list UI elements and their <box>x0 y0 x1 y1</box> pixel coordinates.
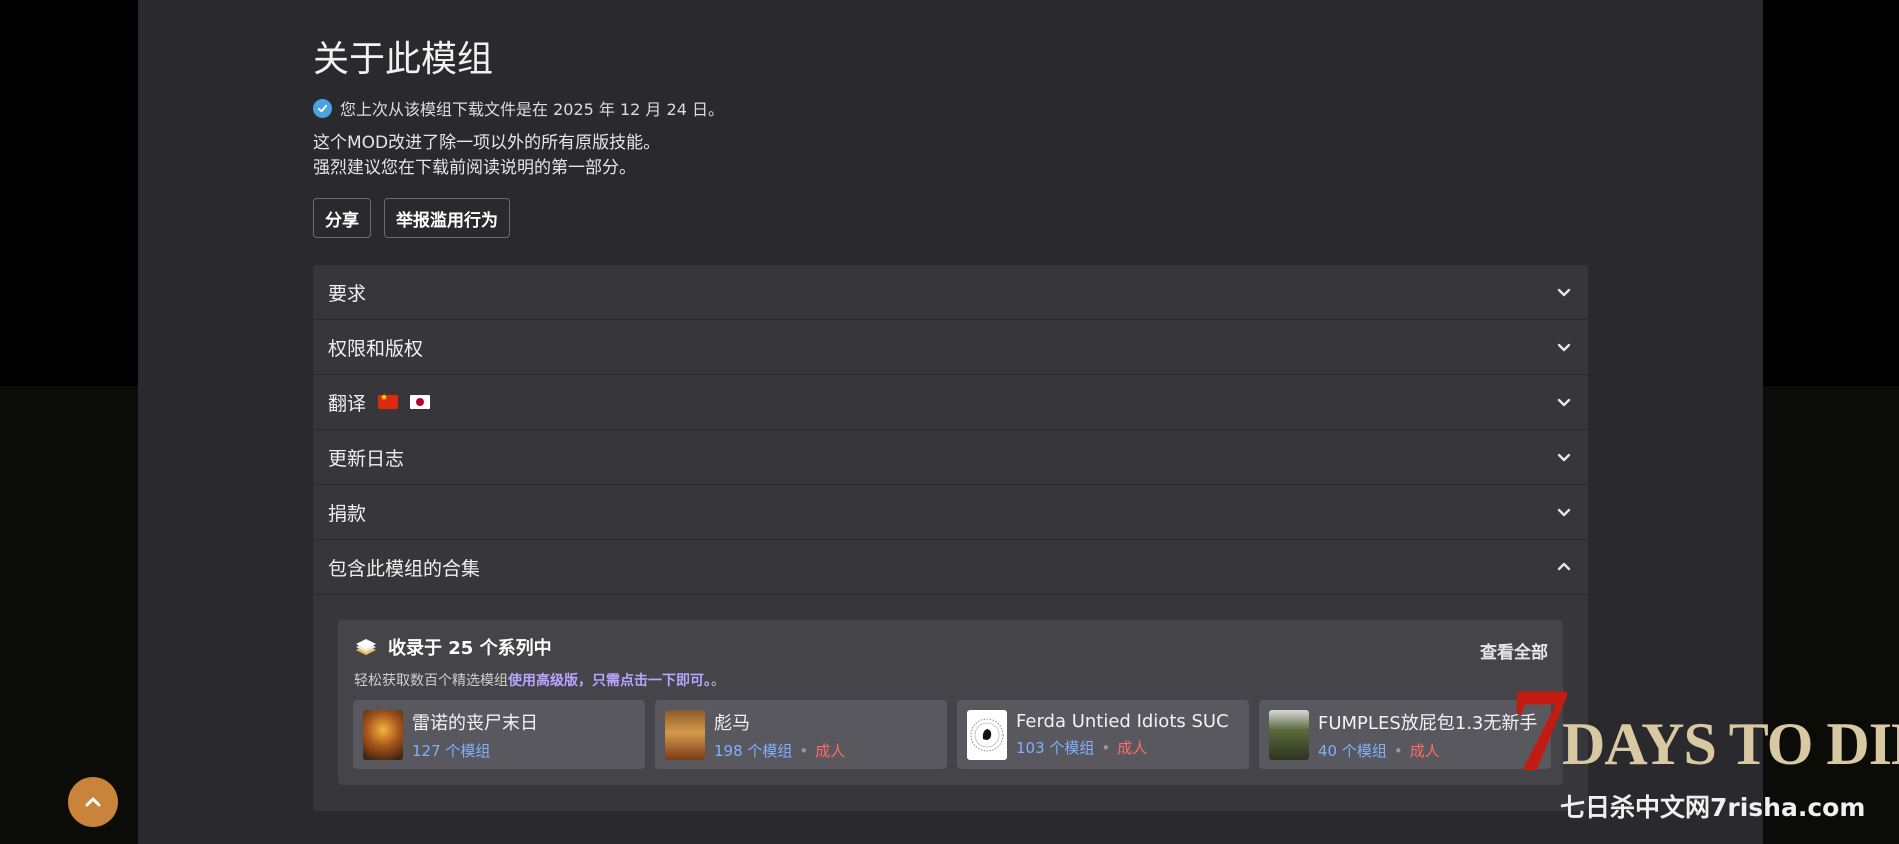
check-circle-icon <box>313 98 332 118</box>
collections-title: 收录于 25 个系列中 <box>388 638 552 659</box>
accordion-changelog[interactable]: 更新日志 <box>313 430 1588 485</box>
accordion-label: 包含此模组的合集 <box>328 557 481 580</box>
chevron-up-icon <box>1557 562 1571 571</box>
watermark-seven: 7 <box>1510 663 1570 796</box>
collection-thumbnail <box>363 709 403 760</box>
collection-meta: 198 个模组 • 成人 <box>714 740 845 761</box>
collection-info: FUMPLES放屁包1.3无新手 40 个模组 • 成人 <box>1318 709 1537 761</box>
accordion-donations[interactable]: 捐款 <box>313 485 1588 540</box>
details-accordion: 要求 权限和版权 翻译 更新日志 捐款 <box>313 265 1588 811</box>
collection-name: Ferda Untied Idiots SUC <box>1016 711 1229 732</box>
collection-cards: 雷诺的丧尸末日 127 个模组 彪马 198 个模组 • 成人 Ferda Un… <box>353 700 1551 769</box>
watermark-title: DAYS TO DIE <box>1562 711 1899 777</box>
collection-card[interactable]: FUMPLES放屁包1.3无新手 40 个模组 • 成人 <box>1259 700 1551 769</box>
site-watermark: 7 DAYS TO DIE 七日杀中文网7risha.com <box>1510 670 1899 844</box>
collection-card[interactable]: 彪马 198 个模组 • 成人 <box>655 700 947 769</box>
collections-subtitle: 轻松获取数百个精选模组使用高级版，只需点击一下即可。。 <box>354 670 725 690</box>
scroll-to-top-button[interactable] <box>68 777 118 827</box>
description-line-2: 强烈建议您在下载前阅读说明的第一部分。 <box>313 158 636 178</box>
download-notice-text: 您上次从该模组下载文件是在 2025 年 12 月 24 日。 <box>340 100 724 119</box>
collection-count: 103 个模组 <box>1016 739 1095 757</box>
subtitle-text: 轻松获取数百个精选模组 <box>354 673 508 689</box>
subtitle-comma: ， <box>578 673 592 689</box>
collection-name: 雷诺的丧尸末日 <box>412 712 538 734</box>
view-all-link[interactable]: 查看全部 <box>1480 638 1548 663</box>
collection-name: 彪马 <box>714 712 750 734</box>
adult-badge: 成人 <box>1117 739 1148 757</box>
collection-meta: 127 个模组 <box>412 740 538 761</box>
collection-thumbnail <box>665 709 705 760</box>
accordion-permissions[interactable]: 权限和版权 <box>313 320 1588 375</box>
chevron-down-icon <box>1557 343 1571 352</box>
share-button[interactable]: 分享 <box>313 198 371 238</box>
action-buttons: 分享 举报滥用行为 <box>313 198 510 238</box>
accordion-requirements[interactable]: 要求 <box>313 265 1588 320</box>
collection-card[interactable]: Ferda Untied Idiots SUC 103 个模组 • 成人 <box>957 700 1249 769</box>
separator-dot: • <box>1101 739 1111 757</box>
adult-badge: 成人 <box>815 741 846 760</box>
accordion-collections[interactable]: 包含此模组的合集 <box>313 540 1588 595</box>
subtitle-suffix: 。 <box>711 673 725 689</box>
accordion-label: 捐款 <box>328 502 367 525</box>
collection-count: 198 个模组 <box>714 741 793 760</box>
mod-description: 这个MOD改进了除一项以外的所有原版技能。 强烈建议您在下载前阅读说明的第一部分… <box>313 131 660 181</box>
accordion-label: 权限和版权 <box>328 337 424 360</box>
collections-box: 收录于 25 个系列中 查看全部 轻松获取数百个精选模组使用高级版，只需点击一下… <box>338 620 1563 785</box>
download-notice: 您上次从该模组下载文件是在 2025 年 12 月 24 日。 <box>313 96 724 120</box>
china-flag-icon <box>378 393 399 409</box>
collection-name: FUMPLES放屁包1.3无新手 <box>1318 712 1538 734</box>
accordion-label: 要求 <box>328 282 367 305</box>
layers-icon <box>356 639 376 655</box>
chevron-down-icon <box>1557 288 1571 297</box>
one-click-link[interactable]: 只需点击一下即可。 <box>592 673 711 689</box>
seal-icon <box>970 718 1004 751</box>
report-abuse-button[interactable]: 举报滥用行为 <box>384 198 510 238</box>
collection-info: Ferda Untied Idiots SUC 103 个模组 • 成人 <box>1016 711 1229 758</box>
accordion-translations[interactable]: 翻译 <box>313 375 1588 430</box>
collections-panel: 收录于 25 个系列中 查看全部 轻松获取数百个精选模组使用高级版，只需点击一下… <box>313 595 1588 811</box>
separator-dot: • <box>1393 741 1403 760</box>
collection-meta: 103 个模组 • 成人 <box>1016 737 1229 758</box>
separator-dot: • <box>799 741 809 760</box>
accordion-label: 更新日志 <box>328 447 405 470</box>
collection-card[interactable]: 雷诺的丧尸末日 127 个模组 <box>353 700 645 769</box>
chevron-down-icon <box>1557 453 1571 462</box>
collections-header: 收录于 25 个系列中 <box>354 634 552 660</box>
chevron-up-icon <box>85 797 101 807</box>
accordion-label: 翻译 <box>328 392 367 415</box>
collection-meta: 40 个模组 • 成人 <box>1318 740 1537 761</box>
collection-thumbnail <box>967 709 1007 760</box>
collection-info: 彪马 198 个模组 • 成人 <box>714 709 845 761</box>
accordion-label-wrap: 翻译 <box>328 389 431 416</box>
collection-count: 127 个模组 <box>412 741 491 760</box>
collection-thumbnail <box>1269 709 1309 760</box>
collection-count: 40 个模组 <box>1318 741 1387 760</box>
collection-info: 雷诺的丧尸末日 127 个模组 <box>412 709 538 761</box>
premium-link[interactable]: 使用高级版 <box>508 673 578 689</box>
japan-flag-icon <box>410 395 431 409</box>
description-line-1: 这个MOD改进了除一项以外的所有原版技能。 <box>313 133 661 153</box>
chevron-down-icon <box>1557 508 1571 517</box>
chevron-down-icon <box>1557 398 1571 407</box>
adult-badge: 成人 <box>1409 741 1440 760</box>
watermark-subtitle: 七日杀中文网7risha.com <box>1560 793 1866 822</box>
section-title: 关于此模组 <box>313 39 494 80</box>
